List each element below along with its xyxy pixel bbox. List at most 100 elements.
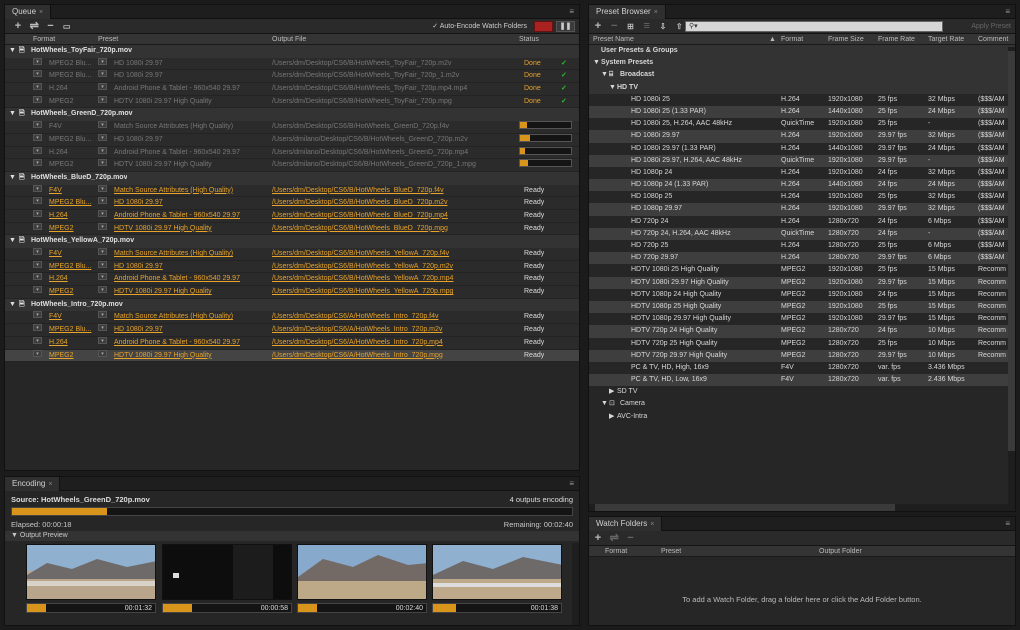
col-status[interactable]: Status bbox=[519, 34, 539, 45]
preset-dropdown-icon[interactable]: ▾ bbox=[98, 324, 107, 332]
col-comment[interactable]: Comment bbox=[978, 34, 1008, 45]
output-file-path[interactable]: /Users/dm/Desktop/CS6/A/HotWheels_Intro_… bbox=[272, 350, 516, 363]
format-dropdown-icon[interactable]: ▾ bbox=[33, 311, 42, 319]
output-format[interactable]: MPEG2 bbox=[49, 350, 95, 363]
queue-item-row[interactable]: ▾ H.264 ▾ Android Phone & Tablet - 960x540 … bbox=[5, 83, 579, 96]
preset-row[interactable]: HD 720p 29.97 H.264 1280x720 29.97 fps 6 Mbp… bbox=[589, 252, 1015, 265]
panel-menu-icon[interactable]: ≡ bbox=[569, 5, 574, 19]
preset-dropdown-icon[interactable]: ▾ bbox=[98, 286, 107, 294]
output-preset[interactable]: HDTV 1080i 29.97 High Quality bbox=[114, 286, 269, 299]
broadcast-group[interactable]: ▼ ⌸ Broadcast bbox=[589, 69, 1015, 82]
preset-dropdown-icon[interactable]: ▾ bbox=[98, 336, 107, 344]
disclosure-triangle-icon[interactable]: ▼ bbox=[601, 69, 608, 81]
queue-source-row[interactable]: ▼ 🗎 HotWheels_GreenD_720p.mov bbox=[5, 108, 579, 122]
preset-row[interactable]: HD 720p 24 H.264 1280x720 24 fps 6 Mbps ($$$/… bbox=[589, 216, 1015, 228]
settings-icon[interactable]: ≡ bbox=[640, 19, 654, 34]
col-output-folder[interactable]: Output Folder bbox=[819, 546, 862, 557]
col-format[interactable]: Format bbox=[605, 546, 627, 557]
queue-item-row[interactable]: ▾ MPEG2 Blu... ▾ HD 1080i 29.97/Users/dm/De… bbox=[5, 57, 579, 71]
output-format[interactable]: MPEG2 Blu... bbox=[49, 261, 95, 274]
disclosure-triangle-icon[interactable]: ▶ bbox=[609, 386, 614, 398]
preset-scrollbar[interactable] bbox=[1008, 47, 1015, 507]
output-file-path[interactable]: /Users/dm/Desktop/CS6/A/HotWheels_Intro_… bbox=[272, 337, 516, 350]
queue-source-row[interactable]: ▼ 🗎 HotWheels_ToyFair_720p.mov bbox=[5, 45, 579, 58]
preset-dropdown-icon[interactable]: ▾ bbox=[98, 95, 107, 103]
close-icon[interactable]: × bbox=[39, 9, 43, 16]
output-preset[interactable]: HDTV 1080i 29.97 High Quality bbox=[114, 223, 269, 236]
output-file-path[interactable]: /Users/dm/Desktop/CS6/B/HotWheels_Yellow… bbox=[272, 286, 516, 299]
sdtv-group[interactable]: ▶ SD TV bbox=[589, 386, 1015, 398]
format-dropdown-icon[interactable]: ▾ bbox=[33, 159, 42, 167]
format-dropdown-icon[interactable]: ▾ bbox=[33, 133, 42, 141]
queue-item-row[interactable]: ▾ F4V ▾ Match Source Attributes (High Quali… bbox=[5, 311, 579, 325]
output-format[interactable]: F4V bbox=[49, 311, 95, 324]
col-format[interactable]: Format bbox=[33, 34, 55, 45]
preset-dropdown-icon[interactable]: ▾ bbox=[98, 197, 107, 205]
preset-dropdown-icon[interactable]: ▾ bbox=[98, 260, 107, 268]
disclosure-triangle-icon[interactable]: ▼ bbox=[593, 57, 600, 69]
output-file-path[interactable]: /Users/dm/Desktop/CS6/B/HotWheels_Yellow… bbox=[272, 248, 516, 261]
format-dropdown-icon[interactable]: ▾ bbox=[33, 121, 42, 129]
preset-dropdown-icon[interactable]: ▾ bbox=[98, 146, 107, 154]
queue-item-row[interactable]: ▾ F4V ▾ Match Source Attributes (High Quali… bbox=[5, 121, 579, 134]
preset-row[interactable]: HDTV 720p 29.97 High Quality MPEG2 1280x72… bbox=[589, 349, 1015, 362]
output-file-path[interactable]: /Users/dm/Desktop/CS6/A/HotWheels_Intro_… bbox=[272, 311, 516, 324]
preset-dropdown-icon[interactable]: ▾ bbox=[98, 83, 107, 91]
output-preset[interactable]: HD 1080i 29.97 bbox=[114, 197, 269, 210]
panel-menu-icon[interactable]: ≡ bbox=[569, 477, 574, 491]
camera-group[interactable]: ▼ ⊡ Camera bbox=[589, 398, 1015, 410]
tab-preset-browser[interactable]: Preset Browser × bbox=[589, 5, 666, 19]
preset-dropdown-icon[interactable]: ▾ bbox=[98, 57, 107, 65]
queue-source-row[interactable]: ▼ 🗎 HotWheels_BlueD_720p.mov bbox=[5, 171, 579, 185]
import-icon[interactable]: ⇩ bbox=[656, 19, 670, 34]
preset-dropdown-icon[interactable]: ▾ bbox=[98, 121, 107, 129]
tab-encoding[interactable]: Encoding × bbox=[5, 477, 61, 491]
preset-row[interactable]: HD 1080p 24 (1.33 PAR) H.264 1440x1080 24 f… bbox=[589, 179, 1015, 192]
preset-row[interactable]: HD 1080i 25 (1.33 PAR) H.264 1440x1080 25 f… bbox=[589, 105, 1015, 119]
output-format[interactable]: MPEG2 bbox=[49, 223, 95, 236]
pause-queue-button[interactable]: ❚❚ bbox=[556, 21, 575, 32]
queue-item-row[interactable]: ▾ MPEG2 Blu... ▾ HD 1080i 29.97/Users/dm/De… bbox=[5, 70, 579, 84]
preset-dropdown-icon[interactable]: ▾ bbox=[98, 349, 107, 357]
preset-row[interactable]: HD 1080p 25 H.264 1920x1080 25 fps 32 Mbps ($… bbox=[589, 191, 1015, 203]
preset-dropdown-icon[interactable]: ▾ bbox=[98, 209, 107, 217]
duplicate-icon[interactable]: ▭ bbox=[60, 19, 74, 34]
preset-dropdown-icon[interactable]: ▾ bbox=[98, 133, 107, 141]
preset-row[interactable]: HD 1080i 25, H.264, AAC 48kHz QuickTime 19… bbox=[589, 118, 1015, 130]
output-preset[interactable]: Match Source Attributes (High Quality) bbox=[114, 248, 269, 261]
preset-row[interactable]: PC & TV, HD, High, 16x9 F4V 1280x720 var. f… bbox=[589, 362, 1015, 374]
col-target-rate[interactable]: Target Rate bbox=[928, 34, 964, 45]
apply-preset-button[interactable]: Apply Preset bbox=[971, 19, 1011, 34]
queue-item-row[interactable]: ▾ MPEG2 ▾ HDTV 1080i 29.97 High Quality/Use… bbox=[5, 222, 579, 236]
preset-search-input[interactable]: ⚲▾ bbox=[685, 21, 943, 32]
output-file-path[interactable]: /Users/dm/Desktop/CS6/B/HotWheels_Yellow… bbox=[272, 261, 516, 274]
disclosure-triangle-icon[interactable]: ▼ bbox=[9, 235, 16, 248]
format-dropdown-icon[interactable]: ▾ bbox=[33, 336, 42, 344]
queue-source-row[interactable]: ▼ 🗎 HotWheels_Intro_720p.mov bbox=[5, 298, 579, 312]
format-dropdown-icon[interactable]: ▾ bbox=[33, 95, 42, 103]
output-file-path[interactable]: /Users/dm/Desktop/CS6/B/HotWheels_BlueD_… bbox=[272, 223, 516, 236]
preset-row[interactable]: HDTV 1080p 24 High Quality MPEG2 1920x1080… bbox=[589, 289, 1015, 301]
output-file-path[interactable]: /Users/dm/Desktop/CS6/B/HotWheels_Yellow… bbox=[272, 273, 516, 286]
output-file-path[interactable]: /Users/dm/Desktop/CS6/B/HotWheels_BlueD_… bbox=[272, 210, 516, 223]
preset-dropdown-icon[interactable]: ▾ bbox=[98, 222, 107, 230]
queue-item-row[interactable]: ▾ MPEG2 Blu... ▾ HD 1080i 29.97/Users/dm/De… bbox=[5, 324, 579, 337]
queue-item-row[interactable]: ▾ MPEG2 Blu... ▾ HD 1080i 29.97/Users/dmila… bbox=[5, 133, 579, 147]
system-presets-group[interactable]: ▼ System Presets bbox=[589, 57, 1015, 70]
output-preset[interactable]: HD 1080i 29.97 bbox=[114, 261, 269, 274]
output-preset[interactable]: Match Source Attributes (High Quality) bbox=[114, 311, 269, 324]
disclosure-triangle-icon[interactable]: ▼ bbox=[9, 299, 16, 312]
output-preset[interactable]: Android Phone & Tablet - 960x540 29.97 bbox=[114, 210, 269, 223]
queue-item-row[interactable]: ▾ MPEG2 Blu... ▾ HD 1080i 29.97/Users/dm/De… bbox=[5, 260, 579, 274]
format-dropdown-icon[interactable]: ▾ bbox=[33, 197, 42, 205]
remove-folder-icon[interactable]: − bbox=[623, 531, 637, 546]
format-dropdown-icon[interactable]: ▾ bbox=[33, 248, 42, 255]
format-dropdown-icon[interactable]: ▾ bbox=[33, 83, 42, 91]
queue-item-row[interactable]: ▾ H.264 ▾ Android Phone & Tablet - 960x540 … bbox=[5, 146, 579, 160]
col-output-file[interactable]: Output File bbox=[272, 34, 306, 45]
add-folder-icon[interactable]: + bbox=[591, 531, 605, 546]
preset-dropdown-icon[interactable]: ▾ bbox=[98, 248, 107, 255]
disclosure-triangle-icon[interactable]: ▶ bbox=[609, 411, 614, 423]
output-format[interactable]: MPEG2 bbox=[49, 286, 95, 299]
add-source-icon[interactable]: + bbox=[11, 19, 25, 34]
